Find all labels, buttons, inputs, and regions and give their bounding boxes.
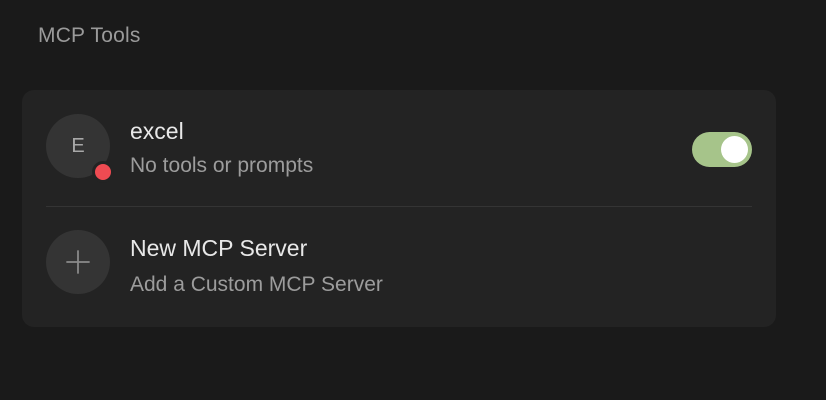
server-avatar-initial: E [71, 134, 85, 157]
server-status-error-dot [92, 161, 114, 183]
toggle-knob [721, 136, 748, 163]
server-subtitle: No tools or prompts [130, 154, 314, 177]
new-mcp-server-row[interactable]: New MCP Server Add a Custom MCP Server [22, 207, 776, 324]
new-server-title: New MCP Server [130, 235, 308, 261]
mcp-tools-card: E excel No tools or prompts New MCP Serv… [22, 90, 776, 327]
server-enabled-toggle[interactable] [692, 132, 752, 167]
add-server-avatar [46, 230, 110, 294]
server-name: excel [130, 118, 184, 144]
section-title: MCP Tools [38, 24, 141, 47]
mcp-server-row-excel[interactable]: E excel No tools or prompts [22, 90, 776, 207]
new-server-subtitle: Add a Custom MCP Server [130, 273, 383, 296]
plus-icon [66, 250, 90, 274]
